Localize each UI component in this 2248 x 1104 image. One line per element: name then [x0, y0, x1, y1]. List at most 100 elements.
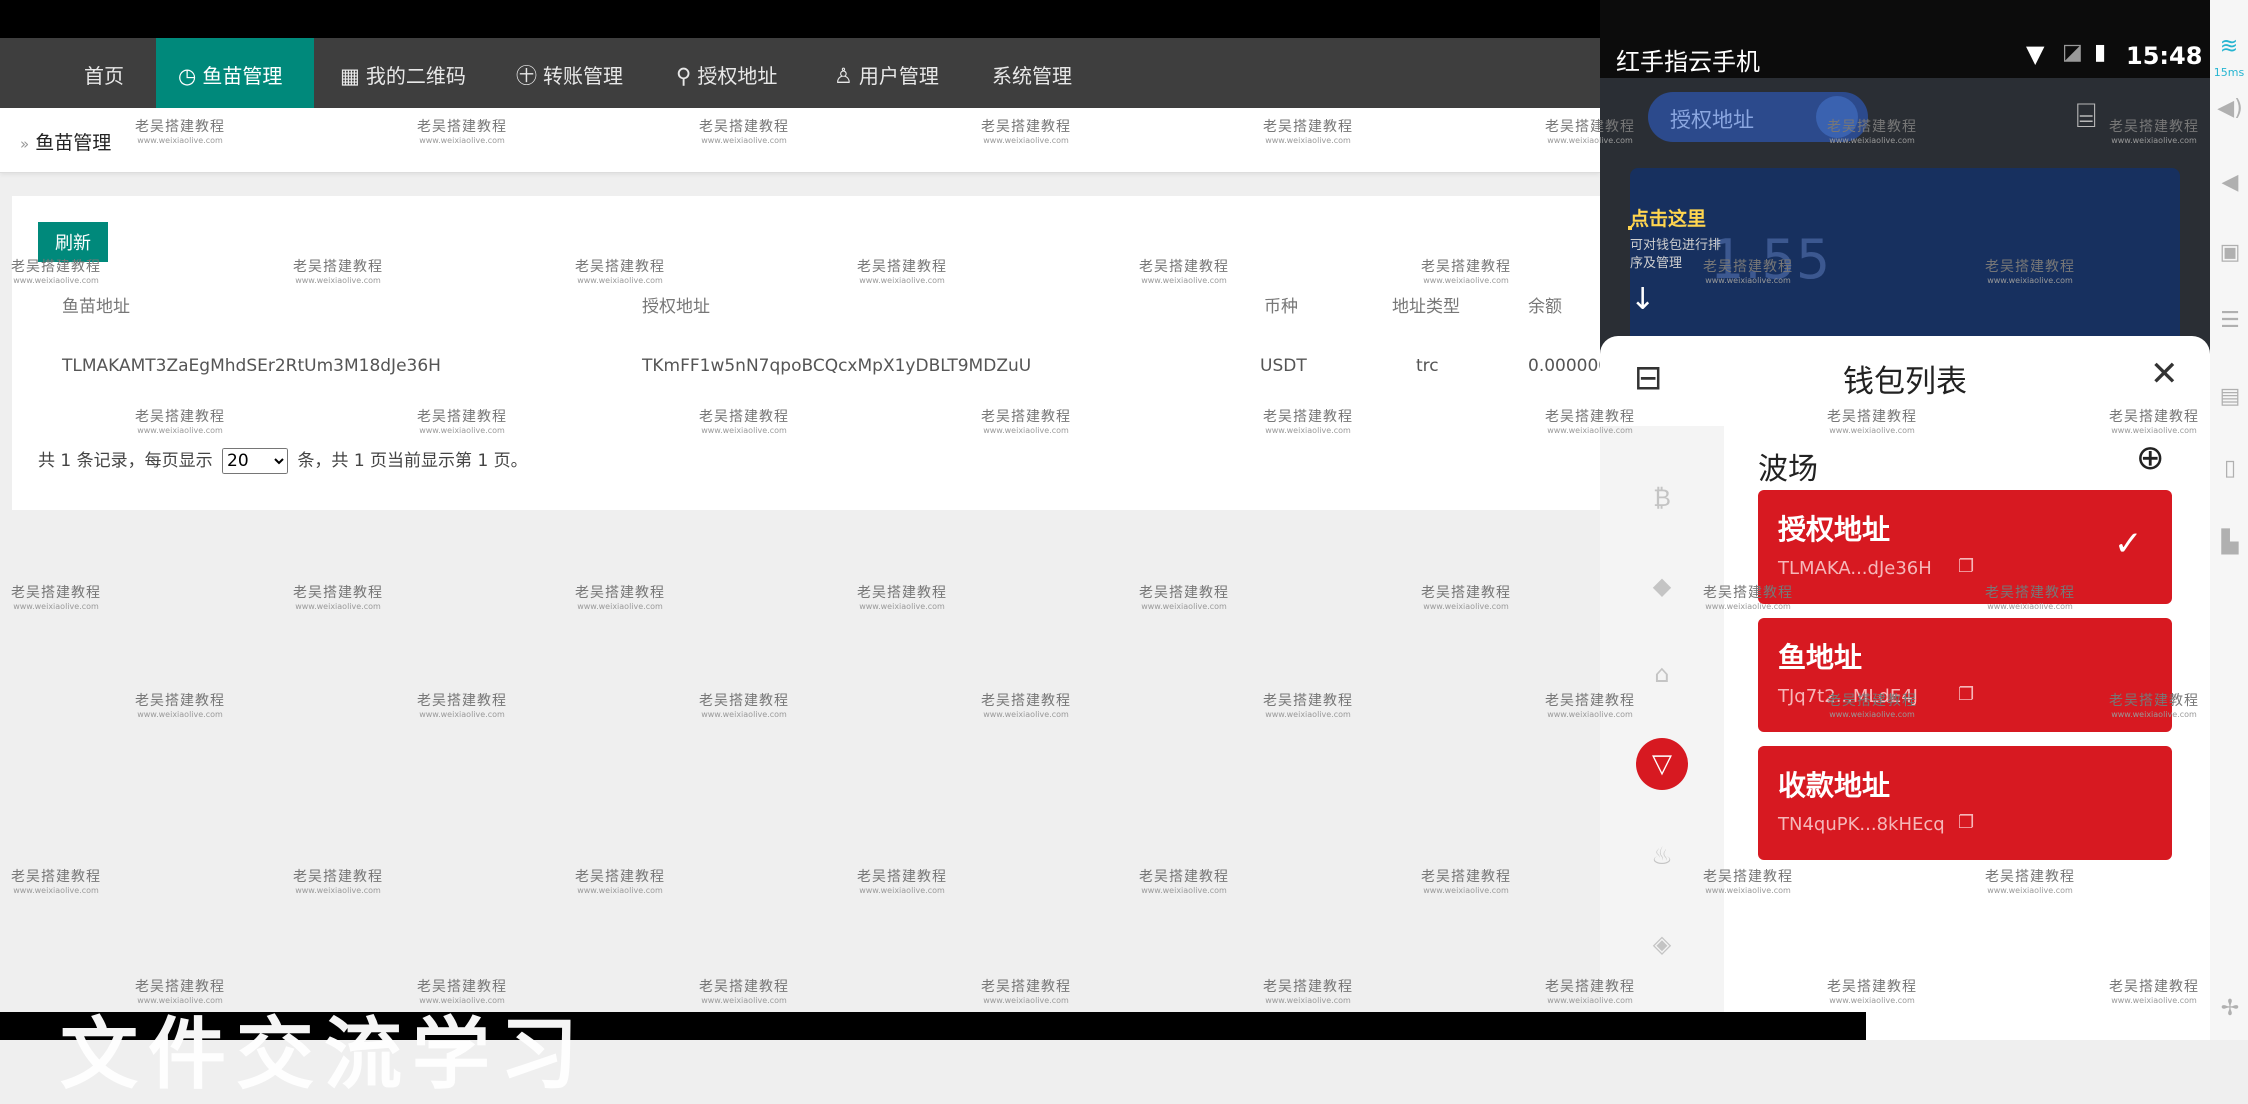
volume-down-icon[interactable]: ◀ [2216, 170, 2244, 195]
shortcut-icon[interactable]: ▙ [2216, 530, 2244, 555]
guide-tip-title[interactable]: 点击这里 [1630, 204, 1706, 231]
wallet-card[interactable]: 鱼地址 TJq7t2...MLdE4J ❐ [1758, 618, 2172, 732]
breadcrumb: » 鱼苗管理 [0, 108, 1600, 173]
chain-generic-icon[interactable]: ⌂ [1640, 652, 1684, 696]
guide-tip-text: 可对钱包进行排 [1630, 238, 1722, 253]
watermark-url: www.weixiaolive.com [1141, 886, 1227, 895]
column-header-address-type[interactable]: 地址类型 [1392, 292, 1460, 317]
emulator-sidebar: ◀) ◀ ▣ ☰ ▤ ▯ ▙ ✢ [2210, 0, 2248, 1040]
watermark-text: 老吴搭建教程 [699, 693, 789, 709]
nav-label: 用户管理 [858, 64, 939, 88]
watermark-url: www.weixiaolive.com [1265, 996, 1351, 1005]
chain-bsc-icon[interactable]: ◈ [1640, 922, 1684, 966]
nav-item-my-qrcode[interactable]: ▦ 我的二维码 [340, 38, 466, 108]
yen-circle-icon: ㊉ [516, 64, 537, 88]
phone-clock: 15:48 [2126, 42, 2203, 70]
wallet-card[interactable]: 授权地址 TLMAKA...dJe36H ❐ ✓ [1758, 490, 2172, 604]
wallet-address: TJq7t2...MLdE4J [1778, 686, 1918, 707]
watermark: 老吴搭建教程 www.weixiaolive.com [1416, 866, 1516, 895]
watermark-url: www.weixiaolive.com [859, 886, 945, 895]
watermark-url: www.weixiaolive.com [1423, 886, 1509, 895]
screenshot-icon[interactable]: ▣ [2216, 240, 2244, 265]
copy-icon[interactable]: ❐ [1958, 556, 1974, 577]
pin-icon[interactable]: ✢ [2216, 996, 2244, 1021]
double-chevron-icon: » [20, 135, 30, 153]
copy-icon[interactable]: ❐ [1958, 684, 1974, 705]
watermark-url: www.weixiaolive.com [983, 710, 1069, 719]
chain-ethereum-icon[interactable]: ◆ [1640, 564, 1684, 608]
refresh-button[interactable]: 刷新 [38, 222, 108, 262]
network-icon: ≋ [2219, 34, 2239, 59]
wallet-name: 授权地址 [1778, 513, 1891, 546]
page-size-select[interactable]: 20 [222, 448, 289, 474]
wallet-name: 收款地址 [1778, 769, 1891, 802]
scan-icon[interactable]: ⌸ [2076, 96, 2096, 136]
nav-item-auth-address[interactable]: ⚲ 授权地址 [676, 38, 777, 108]
watermark: 老吴搭建教程 www.weixiaolive.com [288, 866, 388, 895]
content-card: 刷新 鱼苗地址 授权地址 币种 地址类型 余额 TLMAKAMT3ZaEgMhd… [12, 196, 1609, 510]
watermark-url: www.weixiaolive.com [1423, 602, 1509, 611]
top-black-bar [0, 0, 1600, 38]
rotate-icon[interactable]: ▯ [2216, 456, 2244, 481]
watermark-text: 老吴搭建教程 [1139, 869, 1229, 885]
watermark-text: 老吴搭建教程 [1139, 585, 1229, 601]
column-header-fish-address[interactable]: 鱼苗地址 [62, 292, 130, 317]
check-icon: ✓ [2114, 524, 2143, 564]
watermark-text: 老吴搭建教程 [1421, 585, 1511, 601]
wallet-address: TN4quPK...8kHEcq [1778, 814, 1945, 835]
guide-tip-text: 序及管理 [1630, 256, 1683, 271]
copy-icon[interactable]: ❐ [1958, 812, 1974, 833]
column-header-auth-address[interactable]: 授权地址 [642, 292, 710, 317]
asset-balance: 1.55 [1710, 228, 1831, 291]
wifi-icon: ▼ [2026, 40, 2045, 68]
chain-name: 波场 [1758, 452, 1818, 487]
chain-rail: ₿ ◆ ⌂ ▽ ♨ ◈ [1600, 426, 1724, 1040]
volume-up-icon[interactable]: ◀) [2216, 96, 2244, 121]
watermark-url: www.weixiaolive.com [419, 710, 505, 719]
clipboard-icon[interactable]: ▤ [2216, 384, 2244, 409]
column-header-currency[interactable]: 币种 [1264, 292, 1298, 317]
nav-label: 授权地址 [697, 64, 778, 88]
add-wallet-icon[interactable]: ⊕ [2136, 438, 2165, 478]
watermark: 老吴搭建教程 www.weixiaolive.com [130, 690, 230, 719]
watermark-url: www.weixiaolive.com [295, 602, 381, 611]
pagination-prefix: 共 1 条记录，每页显示 [38, 451, 213, 471]
cell-auth-address: TKmFF1w5nN7qpoBCQcxMpX1yDBLT9MDZuU [642, 356, 1032, 376]
close-icon[interactable]: ✕ [2150, 354, 2179, 394]
watermark-url: www.weixiaolive.com [859, 602, 945, 611]
nav-item-system-management[interactable]: 系统管理 [992, 38, 1072, 108]
watermark: 老吴搭建教程 www.weixiaolive.com [570, 582, 670, 611]
nav-label: 首页 [84, 64, 124, 88]
watermark-text: 老吴搭建教程 [1421, 869, 1511, 885]
nav-item-home[interactable]: 首页 [84, 38, 124, 108]
chain-heco-icon[interactable]: ♨ [1640, 834, 1684, 878]
phone-app-title: 红手指云手机 [1616, 48, 1760, 76]
chain-tron-icon[interactable]: ▽ [1636, 738, 1688, 790]
user-icon: ♙ [834, 64, 853, 88]
wallet-card[interactable]: 收款地址 TN4quPK...8kHEcq ❐ [1758, 746, 2172, 860]
nav-item-transfer-management[interactable]: ㊉转账管理 [516, 38, 623, 108]
watermark-text: 老吴搭建教程 [293, 869, 383, 885]
battery-icon: ▮ [2094, 40, 2107, 65]
nav-label: 鱼苗管理 [202, 64, 283, 88]
wallet-pill-label: 授权地址 [1670, 108, 1754, 132]
watermark-text: 老吴搭建教程 [135, 693, 225, 709]
breadcrumb-item[interactable]: » 鱼苗管理 [20, 128, 111, 155]
watermark-text: 老吴搭建教程 [293, 585, 383, 601]
nav-item-user-management[interactable]: ♙ 用户管理 [834, 38, 939, 108]
chain-bitcoin-icon[interactable]: ₿ [1640, 476, 1684, 520]
watermark-text: 老吴搭建教程 [1263, 693, 1353, 709]
column-header-balance[interactable]: 余额 [1528, 292, 1562, 317]
watermark-url: www.weixiaolive.com [295, 886, 381, 895]
arrow-down-icon: ↓ [1630, 282, 1656, 317]
cell-address-type: trc [1416, 356, 1439, 376]
clock-icon: ◷ [178, 64, 197, 88]
keyboard-icon[interactable]: ☰ [2216, 308, 2244, 333]
cell-balance: 0.000000 [1528, 356, 1610, 376]
wallet-avatar [1816, 96, 1858, 138]
nav-label: 系统管理 [992, 64, 1072, 88]
watermark-text: 老吴搭建教程 [699, 979, 789, 995]
watermark: 老吴搭建教程 www.weixiaolive.com [6, 582, 106, 611]
breadcrumb-label: 鱼苗管理 [35, 132, 112, 154]
nav-item-fish-management[interactable]: ◷ 鱼苗管理 [156, 38, 314, 108]
